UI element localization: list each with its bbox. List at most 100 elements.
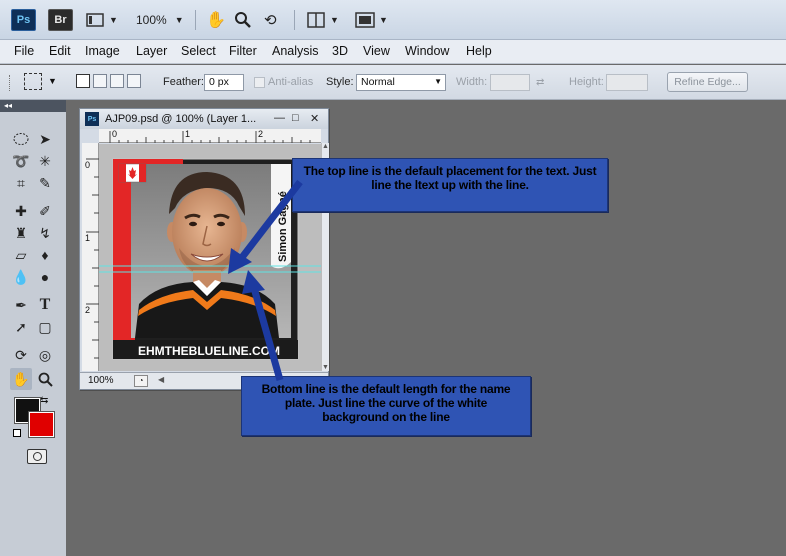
arrange-documents-button[interactable]: ▼ <box>307 11 339 29</box>
crop-tool-icon[interactable]: ⌗ <box>10 172 32 194</box>
document-title-bar[interactable]: Ps AJP09.psd @ 100% (Layer 1... — □ ✕ <box>80 109 328 129</box>
collapse-panel-icon[interactable]: ◂◂ <box>0 100 66 112</box>
magic-wand-tool-icon[interactable]: ✳ <box>34 150 56 172</box>
path-selection-tool-icon[interactable]: ➚ <box>10 316 32 338</box>
tool-preset-dropdown[interactable]: ▼ <box>48 76 57 86</box>
maximize-icon[interactable]: □ <box>292 112 299 124</box>
document-canvas[interactable]: EHMTHEBLUELINE.COM Simon Gagné <box>99 144 321 371</box>
menu-help[interactable]: Help <box>466 44 492 58</box>
menu-file[interactable]: File <box>14 44 34 58</box>
background-color-swatch[interactable] <box>28 411 55 438</box>
rect-marquee-icon[interactable] <box>24 73 42 90</box>
menu-edit[interactable]: Edit <box>49 44 71 58</box>
menu-layer[interactable]: Layer <box>136 44 167 58</box>
screen-mode-switch-button[interactable]: ▼ <box>355 11 388 29</box>
arrange-documents-icon <box>307 12 325 28</box>
zoom-level-dropdown[interactable]: 100% ▼ <box>136 11 184 29</box>
height-input[interactable] <box>606 74 648 91</box>
menu-bar: File Edit Image Layer Select Filter Anal… <box>0 40 786 64</box>
photoshop-logo: Ps <box>11 9 36 31</box>
card-player-name: Simon Gagné <box>277 191 289 262</box>
add-selection-button[interactable] <box>93 74 107 88</box>
card-site-text: EHMTHEBLUELINE.COM <box>138 344 280 358</box>
3d-orbit-tool-icon[interactable]: ◎ <box>34 344 56 366</box>
brush-tool-icon[interactable]: ✐ <box>34 200 56 222</box>
refine-edge-button[interactable]: Refine Edge... <box>667 72 748 92</box>
scroll-down-icon[interactable]: ▼ <box>322 364 329 371</box>
menu-filter[interactable]: Filter <box>229 44 257 58</box>
paint-bucket-tool-icon[interactable]: ♦ <box>34 244 56 266</box>
marquee-tool-icon[interactable] <box>10 128 32 150</box>
dodge-tool-icon[interactable]: ● <box>34 266 56 288</box>
style-label: Style: <box>326 76 354 88</box>
zoom-tool-icon[interactable] <box>234 11 252 29</box>
chevron-down-icon: ▼ <box>434 77 442 86</box>
menu-view[interactable]: View <box>363 44 390 58</box>
eyedropper-tool-icon[interactable]: ✎ <box>34 172 56 194</box>
ruler-ticks <box>109 131 311 143</box>
history-brush-tool-icon[interactable]: ↯ <box>34 222 56 244</box>
menu-select[interactable]: Select <box>181 44 216 58</box>
document-zoom-field[interactable]: 100% <box>88 375 114 386</box>
quick-mask-button[interactable] <box>27 449 47 464</box>
callout-bottom-line: Bottom line is the default length for th… <box>241 376 531 436</box>
width-input[interactable] <box>490 74 530 91</box>
shape-tool-icon[interactable]: ▢ <box>34 316 56 338</box>
3d-rotate-tool-icon[interactable]: ⟳ <box>10 344 32 366</box>
subtract-selection-button[interactable] <box>110 74 124 88</box>
scroll-left-icon[interactable]: ◀ <box>158 375 164 384</box>
intersect-selection-button[interactable] <box>127 74 141 88</box>
antialias-label: Anti-alias <box>268 76 314 88</box>
chevron-down-icon: ▼ <box>109 15 118 25</box>
clone-stamp-tool-icon[interactable]: ♜ <box>10 222 32 244</box>
close-icon[interactable]: ✕ <box>310 112 319 125</box>
menu-image[interactable]: Image <box>85 44 120 58</box>
zoom-tool-icon[interactable] <box>34 368 56 390</box>
rotate-view-icon[interactable]: ⟲ <box>264 11 277 29</box>
height-label: Height: <box>569 76 604 88</box>
antialias-checkbox[interactable] <box>254 77 265 88</box>
style-select[interactable]: Normal ▼ <box>356 74 446 91</box>
zoom-level-value: 100% <box>136 13 167 27</box>
menu-3d[interactable]: 3D <box>332 44 348 58</box>
ps-document-icon: Ps <box>85 112 99 126</box>
move-tool-icon[interactable]: ➤ <box>34 128 56 150</box>
blur-tool-icon[interactable]: 💧 <box>10 266 32 288</box>
callout-top-line: The top line is the default placement fo… <box>292 158 608 212</box>
options-bar: ▼ Feather: 0 px Anti-alias Style: Normal… <box>0 65 786 100</box>
ruler-ticks <box>86 158 99 359</box>
document-window: Ps AJP09.psd @ 100% (Layer 1... — □ ✕ 0 … <box>79 108 329 390</box>
separator <box>294 10 295 30</box>
new-selection-button[interactable] <box>76 74 90 88</box>
style-value: Normal <box>361 76 395 88</box>
healing-brush-tool-icon[interactable]: ✚ <box>10 200 32 222</box>
screen-mode-button[interactable]: ▼ <box>86 11 118 29</box>
lasso-tool-icon[interactable]: ➰ <box>10 150 32 172</box>
pen-tool-icon[interactable]: ✒ <box>10 294 32 316</box>
application-bar: Ps Br ▼ 100% ▼ ✋ ⟲ ▼ ▼ <box>0 0 786 40</box>
swap-colors-icon[interactable]: ⇆ <box>40 395 48 406</box>
feather-input[interactable]: 0 px <box>204 74 244 91</box>
type-tool-icon[interactable]: T <box>34 294 56 316</box>
hand-tool-icon[interactable]: ✋ <box>206 11 226 29</box>
swap-dimensions-icon[interactable]: ⇄ <box>536 77 544 88</box>
options-grip <box>9 75 12 91</box>
chevron-down-icon: ▼ <box>379 15 388 25</box>
ruler-vertical[interactable]: 0 1 2 <box>82 143 99 371</box>
quick-mask-icon <box>32 452 42 461</box>
eraser-tool-icon[interactable]: ▱ <box>10 244 32 266</box>
scroll-up-icon[interactable]: ▲ <box>322 143 329 150</box>
chevron-down-icon: ▼ <box>330 15 339 25</box>
bridge-launch-button[interactable]: Br <box>48 9 73 31</box>
status-menu-icon[interactable]: ◔ <box>134 375 148 387</box>
separator <box>195 10 196 30</box>
default-colors-icon[interactable] <box>13 429 21 437</box>
menu-analysis[interactable]: Analysis <box>272 44 319 58</box>
menu-window[interactable]: Window <box>405 44 449 58</box>
hand-tool-icon[interactable]: ✋ <box>10 368 32 390</box>
chevron-down-icon: ▼ <box>174 15 184 25</box>
ruler-horizontal[interactable]: 0 1 2 <box>99 129 321 143</box>
screen-mode-icon <box>86 13 104 27</box>
hockey-card-artwork: EHMTHEBLUELINE.COM Simon Gagné <box>99 158 321 360</box>
minimize-icon[interactable]: — <box>274 112 285 124</box>
